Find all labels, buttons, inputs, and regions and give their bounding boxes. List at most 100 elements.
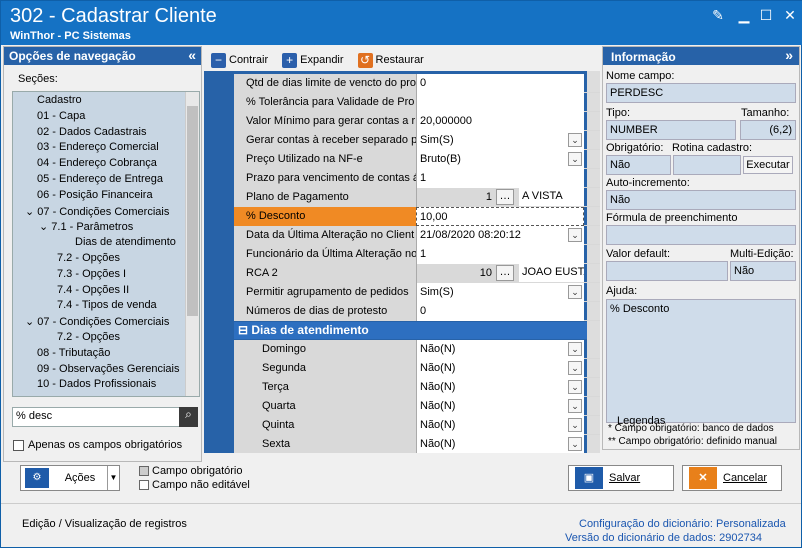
dropdown-arrow-icon[interactable]: ▼	[107, 466, 119, 490]
field-value[interactable]: 0	[416, 74, 584, 93]
tree-item[interactable]: 03 - Endereço Comercial	[37, 141, 159, 157]
field-value[interactable]: 1	[416, 169, 584, 188]
field-label: Valor Mínimo para gerar contas a r	[234, 112, 416, 131]
expandir-button[interactable]: + Expandir	[275, 52, 350, 68]
tree-item[interactable]: 09 - Observações Gerenciais	[37, 363, 179, 379]
day-row[interactable]: Quinta Não(N) ⌄	[234, 416, 600, 435]
day-value[interactable]: Não(N)	[416, 416, 584, 435]
day-row[interactable]: Quarta Não(N) ⌄	[234, 397, 600, 416]
field-value[interactable]: 20,000000	[416, 112, 584, 131]
field-value[interactable]: 10 … JOAO EUSTA	[416, 264, 584, 283]
grid-row[interactable]: Prazo para vencimento de contas á1	[234, 169, 600, 188]
tree-item[interactable]: Cadastro	[37, 94, 82, 110]
grid-row[interactable]: Plano de Pagamento 1 … A VISTA	[234, 188, 600, 207]
tree-item[interactable]: ⌄ 07 - Condições Comerciais	[25, 315, 169, 331]
grid-row[interactable]: Preço Utilizado na NF-e Bruto(B) ⌄	[234, 150, 600, 169]
grid-row[interactable]: Números de dias de protesto 0	[234, 302, 600, 321]
day-value[interactable]: Não(N)	[416, 435, 584, 453]
day-row[interactable]: Terça Não(N) ⌄	[234, 378, 600, 397]
salvar-button[interactable]: ▣ Salvar	[568, 465, 674, 491]
tree-item[interactable]: Dias de atendimento	[75, 236, 176, 252]
field-value[interactable]	[416, 93, 584, 112]
only-required-toggle[interactable]: Apenas os campos obrigatórios	[13, 439, 182, 451]
day-row[interactable]: Segunda Não(N) ⌄	[234, 359, 600, 378]
chevron-down-icon[interactable]: ⌄	[25, 316, 37, 328]
field-value[interactable]: Sim(S)	[416, 283, 584, 302]
grid-row[interactable]: Gerar contas à receber separado p Sim(S) ⌄	[234, 131, 600, 150]
grid-row[interactable]: % Desconto 10,00	[234, 207, 600, 226]
field-value[interactable]: 1	[416, 245, 584, 264]
maximize-button[interactable]: ☐	[757, 7, 775, 23]
chevron-down-icon[interactable]: ⌄	[568, 228, 582, 242]
chevron-down-icon[interactable]: ⌄	[568, 152, 582, 166]
day-value[interactable]: Não(N)	[416, 397, 584, 416]
tree-item[interactable]: 04 - Endereço Cobrança	[37, 157, 157, 173]
grid-row[interactable]: Qtd de dias limite de vencto do pro 0	[234, 74, 600, 93]
chevron-down-icon[interactable]: ⌄	[568, 285, 582, 299]
config-value[interactable]: Personalizada	[716, 518, 786, 530]
chevron-down-icon[interactable]: ⌄	[568, 399, 582, 413]
chevron-down-icon[interactable]: ⌄	[568, 361, 582, 375]
tree-item[interactable]: 08 - Tributação	[37, 347, 110, 363]
close-button[interactable]: ✕	[781, 7, 799, 23]
chevron-down-icon[interactable]: ⌄	[568, 380, 582, 394]
lookup-button[interactable]: …	[496, 189, 514, 205]
grid-row[interactable]: Funcionário da Última Alteração no 1	[234, 245, 600, 264]
minimize-button[interactable]: ▁	[735, 7, 753, 23]
search-icon[interactable]: ⌕	[179, 407, 198, 427]
cancelar-button[interactable]: ✕ Cancelar	[682, 465, 782, 491]
tree-item[interactable]: 7.2 - Opções	[57, 252, 120, 268]
contrair-button[interactable]: − Contrair	[204, 52, 275, 68]
tree-item[interactable]: 05 - Endereço de Entrega	[37, 173, 163, 189]
grid-row[interactable]: RCA 2 10 … JOAO EUSTA	[234, 264, 600, 283]
chevron-down-icon[interactable]: ⌄	[39, 221, 51, 233]
grid-row[interactable]: Permitir agrupamento de pedidos Sim(S) ⌄	[234, 283, 600, 302]
version-value[interactable]: 2902734	[719, 532, 762, 544]
chevron-down-icon[interactable]: ⌄	[568, 418, 582, 432]
tree-item-label: 07 - Condições Comerciais	[37, 205, 170, 218]
chevron-down-icon[interactable]: ⌄	[568, 133, 582, 147]
restaurar-button[interactable]: ↺ Restaurar	[351, 52, 431, 68]
chevron-down-icon[interactable]: ⌄	[568, 342, 582, 356]
field-value[interactable]: 1 … A VISTA	[416, 188, 584, 207]
sections-tree[interactable]: Cadastro 01 - Capa 02 - Dados Cadastrais 03…	[12, 91, 200, 397]
search-input[interactable]: % desc	[12, 407, 198, 427]
collapse-group-icon[interactable]: ⊟	[238, 323, 251, 337]
tree-item[interactable]: 7.4 - Tipos de venda	[57, 299, 157, 315]
tree-item[interactable]: ⌄ 7.1 - Parâmetros	[39, 220, 133, 236]
only-required-checkbox[interactable]	[13, 439, 24, 451]
day-row[interactable]: Sexta Não(N) ⌄	[234, 435, 600, 453]
grid-row[interactable]: % Tolerância para Validade de Pro	[234, 93, 600, 112]
field-value[interactable]: 0	[416, 302, 584, 321]
tree-item[interactable]: 06 - Posição Financeira	[37, 189, 153, 205]
executar-button[interactable]: Executar	[743, 156, 793, 174]
actions-icon: ⚙	[25, 468, 49, 488]
day-row[interactable]: Domingo Não(N) ⌄	[234, 340, 600, 359]
grid-row[interactable]: Data da Última Alteração no Client 21/08/…	[234, 226, 600, 245]
tree-item[interactable]: 01 - Capa	[37, 110, 85, 126]
tree-item[interactable]: ⌄ 07 - Condições Comerciais	[25, 205, 169, 221]
field-value[interactable]: Bruto(B)	[416, 150, 584, 169]
field-value[interactable]: Sim(S)	[416, 131, 584, 150]
only-required-label: Apenas os campos obrigatórios	[28, 439, 183, 451]
tree-item[interactable]: 7.3 - Opções I	[57, 268, 126, 284]
field-value[interactable]: 10,00	[416, 207, 584, 226]
lookup-button[interactable]: …	[496, 265, 514, 281]
tree-item[interactable]: 10 - Dados Profissionais	[37, 378, 156, 394]
day-value[interactable]: Não(N)	[416, 378, 584, 397]
tree-item[interactable]: 7.2 - Opções	[57, 331, 120, 347]
expand-icon[interactable]: »	[785, 47, 793, 63]
grid-row[interactable]: Valor Mínimo para gerar contas a r 20,000…	[234, 112, 600, 131]
field-value[interactable]: 21/08/2020 08:20:12	[416, 226, 584, 245]
group-header[interactable]: ⊟ Dias de atendimento	[234, 322, 587, 339]
day-value[interactable]: Não(N)	[416, 359, 584, 378]
tree-item[interactable]: 7.4 - Opções II	[57, 284, 129, 300]
edit-icon[interactable]: ✎	[709, 7, 727, 23]
chevron-down-icon[interactable]: ⌄	[568, 437, 582, 451]
collapse-icon[interactable]: «	[188, 47, 196, 63]
chevron-down-icon[interactable]: ⌄	[25, 206, 37, 218]
tree-scrollbar[interactable]	[185, 92, 199, 396]
tree-item[interactable]: 02 - Dados Cadastrais	[37, 126, 146, 142]
day-value[interactable]: Não(N)	[416, 340, 584, 359]
acoes-button[interactable]: ⚙ Ações ▼	[20, 465, 120, 491]
